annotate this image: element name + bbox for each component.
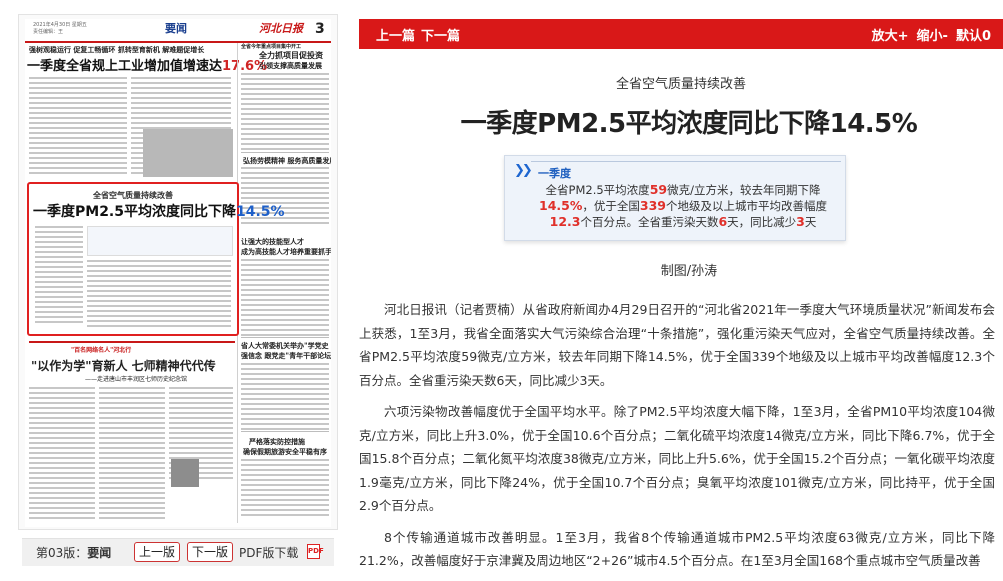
- newspaper-page-frame: 2021年4月30日 星期五 责任编辑：王 要闻 河北日报 3 强树观稳运行 促…: [18, 14, 338, 530]
- article-body: 河北日报讯（记者贾楠）从省政府新闻办4月29日召开的“河北省2021年一季度大气…: [359, 298, 995, 581]
- rule: [241, 431, 329, 432]
- highlighted-article-box[interactable]: 全省空气质量持续改善 一季度PM2.5平均浓度同比下降14.5%: [27, 182, 285, 336]
- highlighted-text-b: [87, 260, 231, 330]
- lower-headline[interactable]: "以作为学"育新人 七师精神代代传: [31, 357, 216, 374]
- right-headline-1[interactable]: 全力抓项目促投资: [259, 50, 323, 61]
- prev-page-button[interactable]: 上一版: [134, 542, 181, 562]
- highlighted-infographic: [87, 226, 233, 256]
- right-story-3-text: [241, 259, 329, 339]
- zoom-out-button[interactable]: 缩小-: [917, 29, 948, 44]
- right-story-4-text: [241, 363, 329, 433]
- article-paragraph: 河北日报讯（记者贾楠）从省政府新闻办4月29日召开的“河北省2021年一季度大气…: [359, 302, 995, 388]
- newspaper-page-image[interactable]: 2021年4月30日 星期五 责任编辑：王 要闻 河北日报 3 强树观稳运行 促…: [25, 19, 331, 527]
- right-headline-3b: 成为高技能人才培养重要抓手: [241, 247, 331, 256]
- next-article-link[interactable]: 下一篇: [421, 29, 460, 44]
- band-label: "百名网络名人"河北行: [71, 347, 132, 354]
- masthead-page-number: 3: [315, 21, 325, 37]
- lower-subheadline: ——走进唐山市丰润区七师历史纪念馆: [85, 376, 188, 383]
- pdf-icon[interactable]: PDF: [307, 544, 324, 559]
- band-rule: [29, 341, 235, 343]
- article-nav: 上一篇 下一篇: [376, 25, 466, 44]
- right-headline-2[interactable]: 弘扬劳模精神 服务高质量发展: [243, 156, 331, 166]
- current-page-label: 第03版：要闻: [36, 546, 112, 560]
- double-chevron-icon: ❯❯: [514, 163, 533, 178]
- article-paragraph: 六项污染物改善幅度优于全国平均水平。除了PM2.5平均浓度大幅下降，1至3月，全…: [359, 404, 995, 513]
- pdf-download-link[interactable]: PDF版下载: [239, 544, 298, 561]
- masthead-meta: 2021年4月30日 星期五 责任编辑：王: [33, 22, 87, 35]
- article-title: 一季度PM2.5平均浓度同比下降14.5%: [460, 109, 918, 139]
- article-infographic: ❯❯ 一季度 全省PM2.5平均浓度59微克/立方米，较去年同期下降14.5%，…: [504, 155, 846, 241]
- story-1-text: [29, 77, 127, 177]
- highlighted-title: 一季度PM2.5平均浓度同比下降14.5%: [33, 204, 285, 220]
- highlighted-kicker: 全省空气质量持续改善: [93, 190, 173, 200]
- right-headline-5b: 确保假期旅游安全平稳有序: [243, 447, 327, 456]
- right-story-1-text: [241, 73, 329, 153]
- qr-code-image: [171, 459, 199, 487]
- infographic-rule: [531, 161, 841, 162]
- rule: [241, 337, 329, 338]
- right-headline-5[interactable]: 严格落实防控措施: [249, 437, 305, 447]
- right-kicker: 全省今年重点项目集中开工: [241, 44, 302, 50]
- lower-story-text-a: [29, 387, 95, 522]
- highlighted-text-a: [35, 226, 83, 326]
- right-headline-1b: 引领支撑高质量发展: [259, 61, 322, 70]
- masthead-brand: 河北日报: [259, 22, 303, 35]
- font-size-controls: 放大+ 缩小- 默认0: [864, 25, 991, 44]
- right-story-5-text: [241, 459, 329, 519]
- newspaper-masthead: 2021年4月30日 星期五 责任编辑：王 要闻 河北日报 3: [25, 19, 331, 43]
- default-size-button[interactable]: 默认0: [956, 29, 991, 44]
- story-photo-1: [143, 129, 233, 177]
- zoom-in-button[interactable]: 放大+: [872, 29, 909, 44]
- page-pager: 第03版：要闻 上一版 下一版 PDF版下载 PDF: [22, 538, 334, 566]
- prev-article-link[interactable]: 上一篇: [376, 29, 415, 44]
- article-paragraph: 8个传输通道城市改善明显。1至3月，我省8个传输通道城市PM2.5平均浓度63微…: [359, 529, 995, 569]
- lower-story-text-b: [99, 387, 165, 522]
- rule: [241, 152, 329, 153]
- article-kicker: 全省空气质量持续改善: [615, 77, 746, 92]
- right-headline-3[interactable]: 让强大的技能型人才: [241, 237, 304, 247]
- headline-1-sub: 强树观稳运行 促复工畅循环 抓转型育新机 解难题促增长: [29, 45, 205, 54]
- right-headline-4b: 强信念 跟党走"青年干部论坛: [241, 351, 331, 360]
- right-headline-4[interactable]: 省人大常委机关举办"学党史: [241, 341, 329, 351]
- next-page-button[interactable]: 下一版: [187, 542, 234, 562]
- headline-1[interactable]: 一季度全省规上工业增加值增速达17.6%: [27, 55, 267, 74]
- article-toolbar: 上一篇 下一篇 放大+ 缩小- 默认0: [359, 19, 1003, 49]
- infographic-heading: 一季度: [538, 167, 571, 180]
- masthead-section: 要闻: [165, 22, 187, 35]
- image-credit: 制图/孙涛: [660, 264, 718, 279]
- infographic-body: 全省PM2.5平均浓度59微克/立方米，较去年同期下降14.5%，优于全国339…: [539, 182, 827, 229]
